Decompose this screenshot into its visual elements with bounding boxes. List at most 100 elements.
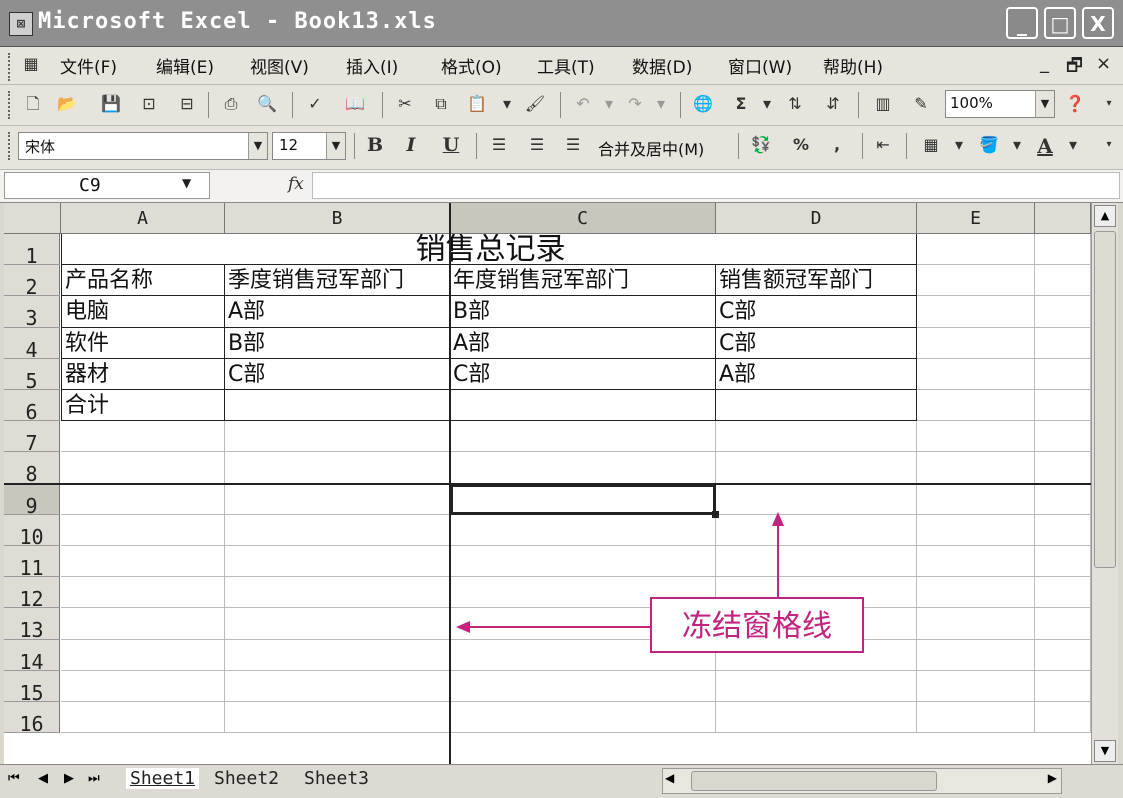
cell-e4[interactable] [917, 327, 1035, 359]
cell-b14[interactable] [225, 639, 450, 671]
cell-e13[interactable] [917, 608, 1035, 640]
sort-ascending-icon[interactable]: ⇅ [784, 93, 806, 115]
font-size-dropdown-icon[interactable]: ▼ [326, 133, 345, 159]
column-header-a[interactable]: A [61, 203, 225, 234]
font-color-icon[interactable]: A [1034, 134, 1056, 158]
font-dropdown-icon[interactable]: ▼ [248, 133, 267, 159]
cell-d8[interactable] [716, 452, 917, 484]
align-left-icon[interactable]: ☰ [488, 134, 510, 156]
cell-c4[interactable]: A部 [450, 327, 716, 359]
cell-b5[interactable]: C部 [225, 358, 450, 390]
cell-a6[interactable]: 合计 [61, 390, 225, 422]
scroll-left-icon[interactable]: ◀ [665, 771, 674, 785]
toolbar-grip[interactable] [8, 91, 14, 119]
cell-c11[interactable] [450, 546, 716, 578]
autosum-dropdown-icon[interactable]: ▾ [756, 93, 778, 115]
cell-c2[interactable]: 年度销售冠军部门 [450, 265, 716, 297]
cell-b11[interactable] [225, 546, 450, 578]
sheet-tab-sheet2[interactable]: Sheet2 [214, 768, 279, 789]
cell-a4[interactable]: 软件 [61, 327, 225, 359]
cell-e15[interactable] [917, 670, 1035, 702]
doc-minimize-button[interactable]: _ [1040, 53, 1049, 74]
cell-f5[interactable] [1035, 358, 1091, 390]
cell-b13[interactable] [225, 608, 450, 640]
column-header-b[interactable]: B [225, 203, 450, 234]
sort-descending-icon[interactable]: ⇵ [822, 93, 844, 115]
cell-a16[interactable] [61, 702, 225, 734]
fill-color-icon[interactable]: 🪣 [978, 134, 1000, 156]
hyperlink-icon[interactable]: 🌐 [692, 93, 714, 115]
font-select[interactable]: 宋体 ▼ [18, 132, 268, 160]
undo-dropdown-icon[interactable]: ▾ [598, 93, 620, 115]
menu-grip[interactable] [8, 53, 14, 81]
cell-f11[interactable] [1035, 546, 1091, 578]
cell-b9[interactable] [225, 483, 450, 515]
cell-f16[interactable] [1035, 702, 1091, 734]
cell-a7[interactable] [61, 421, 225, 453]
cell-f15[interactable] [1035, 670, 1091, 702]
cell-a9[interactable] [61, 483, 225, 515]
chart-wizard-icon[interactable]: ▥ [872, 93, 894, 115]
cell-c10[interactable] [450, 514, 716, 546]
cell-f3[interactable] [1035, 296, 1091, 328]
row-header-3[interactable]: 3 [4, 296, 60, 330]
autosum-icon[interactable]: Σ [730, 93, 752, 115]
cell-a12[interactable] [61, 577, 225, 609]
print-icon[interactable]: ⎙ [220, 93, 242, 115]
select-all-corner[interactable] [4, 203, 61, 234]
cell-a3[interactable]: 电脑 [61, 296, 225, 328]
toolbar-options-icon[interactable]: ▾ [1098, 134, 1120, 156]
copy-icon[interactable]: ⧉ [430, 93, 452, 115]
font-size-select[interactable]: 12 ▼ [272, 132, 346, 160]
cell-e11[interactable] [917, 546, 1035, 578]
paste-dropdown-icon[interactable]: ▾ [496, 93, 518, 115]
underline-button[interactable]: U [440, 134, 462, 156]
fill-handle[interactable] [712, 510, 719, 518]
research-icon[interactable]: 📖 [344, 93, 366, 115]
horizontal-scrollbar[interactable]: ◀ ▶ [662, 768, 1062, 794]
preview-icon[interactable]: 🔍 [256, 93, 278, 115]
cell-c6[interactable] [450, 390, 716, 422]
decrease-indent-icon[interactable]: ⇤ [872, 134, 894, 156]
next-sheet-icon[interactable]: ▶ [64, 771, 74, 786]
name-box[interactable]: C9 [4, 172, 210, 199]
row-header-1[interactable]: 1 [4, 234, 60, 268]
zoom-dropdown-icon[interactable]: ▼ [1035, 91, 1054, 117]
menu-insert[interactable]: 插入(I) [346, 53, 398, 78]
toolbar-grip[interactable] [8, 132, 14, 160]
row-header-6[interactable]: 6 [4, 390, 60, 424]
fill-color-dropdown-icon[interactable]: ▾ [1006, 134, 1028, 156]
scroll-right-icon[interactable]: ▶ [1048, 771, 1057, 785]
format-painter-icon[interactable]: 🖌 [524, 93, 546, 115]
currency-icon[interactable]: 💱 [750, 134, 772, 156]
row-header-8[interactable]: 8 [4, 452, 60, 486]
doc-close-button[interactable]: × [1096, 53, 1111, 74]
open-icon[interactable]: 📂 [56, 93, 78, 115]
cell-b7[interactable] [225, 421, 450, 453]
menu-edit[interactable]: 编辑(E) [156, 53, 214, 78]
title-cell[interactable]: 销售总记录 [61, 234, 917, 266]
menu-help[interactable]: 帮助(H) [823, 53, 883, 78]
comma-button[interactable]: , [826, 134, 848, 156]
cell-a11[interactable] [61, 546, 225, 578]
column-header-d[interactable]: D [716, 203, 917, 234]
column-header-e[interactable]: E [917, 203, 1035, 234]
redo-icon[interactable]: ↷ [624, 93, 646, 115]
cell-b16[interactable] [225, 702, 450, 734]
sheet-tab-sheet1[interactable]: Sheet1 [126, 768, 200, 789]
row-header-14[interactable]: 14 [4, 639, 60, 674]
cell-f10[interactable] [1035, 514, 1091, 546]
cell-c8[interactable] [450, 452, 716, 484]
last-sheet-icon[interactable]: ⏭ [88, 771, 100, 786]
row-header-13[interactable]: 13 [4, 608, 60, 642]
cell-f7[interactable] [1035, 421, 1091, 453]
paste-icon[interactable]: 📋 [466, 93, 488, 115]
cell-c3[interactable]: B部 [450, 296, 716, 328]
cell-b10[interactable] [225, 514, 450, 546]
menu-format[interactable]: 格式(O) [441, 53, 502, 78]
column-header-c[interactable]: C [450, 203, 716, 234]
cell-c15[interactable] [450, 670, 716, 702]
new-icon[interactable]: 🗋 [22, 93, 44, 115]
cell-f1[interactable] [1035, 234, 1091, 266]
cell-d5[interactable]: A部 [716, 358, 917, 390]
